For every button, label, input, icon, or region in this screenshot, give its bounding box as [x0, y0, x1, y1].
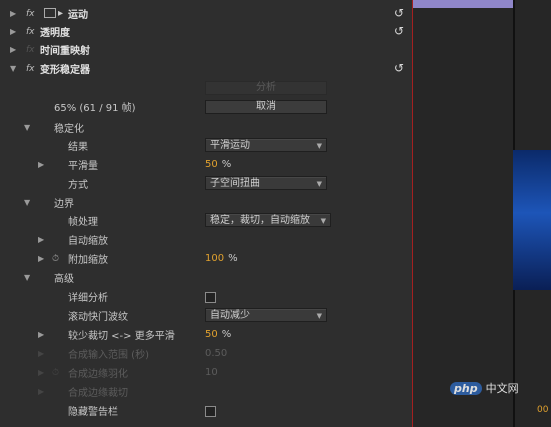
synth-input-value: 0.50: [205, 348, 228, 359]
rolling-shutter-dropdown-value: 自动减少: [210, 310, 250, 321]
analysis-status-text: 65% (61 / 91 帧): [54, 103, 136, 114]
prop-smoothness: ▶ 平滑量 50%: [0, 155, 412, 174]
group-advanced[interactable]: ▼ 高级: [0, 268, 412, 287]
prop-auto-scale[interactable]: ▶ 自动缩放: [0, 230, 412, 249]
result-dropdown[interactable]: 平滑运动 ▼: [205, 138, 327, 152]
detailed-analysis-checkbox[interactable]: [205, 292, 216, 303]
hide-warning-checkbox[interactable]: [205, 406, 216, 417]
fx-badge-icon[interactable]: fx: [26, 9, 35, 19]
expand-icon: ▶: [38, 368, 45, 377]
effect-row-motion[interactable]: ▶ fx ▸ 运动 ↺: [0, 4, 412, 23]
collapse-icon[interactable]: ▼: [24, 193, 30, 212]
fx-badge-icon[interactable]: fx: [26, 27, 35, 37]
effect-row-opacity[interactable]: ▶ fx 透明度 ↺: [0, 22, 412, 41]
prop-label-auto-scale: 自动缩放: [68, 236, 108, 247]
group-label-borders: 边界: [54, 199, 74, 210]
analyze-button[interactable]: 分析: [205, 81, 327, 95]
group-stabilization[interactable]: ▼ 稳定化: [0, 118, 412, 137]
chevron-down-icon: ▼: [320, 217, 326, 225]
collapse-icon[interactable]: ▼: [24, 118, 30, 137]
effect-label-warp-stabilizer: 变形稳定器: [40, 65, 90, 76]
effect-label-opacity: 透明度: [40, 28, 70, 39]
php-logo-icon: php: [450, 382, 482, 395]
reset-icon[interactable]: ↺: [392, 24, 406, 38]
prop-crop-less-smooth-more: ▶ 较少裁切 <-> 更多平滑 50%: [0, 325, 412, 344]
prop-label-synth-feather: 合成边缘羽化: [68, 369, 128, 380]
timeline-preview-pane: 00: [413, 0, 551, 427]
effect-row-time-remap[interactable]: ▶ fx 时间重映射: [0, 40, 412, 59]
prop-label-framing: 帧处理: [68, 217, 98, 228]
synth-feather-value: 10: [205, 367, 218, 378]
clip-transform-icon: ▸: [44, 8, 63, 19]
effect-controls-panel: ▶ fx ▸ 运动 ↺ ▶ fx 透明度 ↺ ▶ fx 时间重映射 ▼ fx 变…: [0, 0, 412, 427]
expand-icon: ▶: [38, 349, 45, 358]
prop-label-method: 方式: [68, 180, 88, 191]
smoothness-unit: %: [221, 159, 232, 170]
expand-icon[interactable]: ▶: [38, 155, 44, 174]
group-label-advanced: 高级: [54, 274, 74, 285]
stopwatch-icon: ⏱: [52, 367, 60, 378]
prop-label-rolling-shutter: 滚动快门波纹: [68, 312, 128, 323]
effect-label-motion: 运动: [68, 10, 88, 21]
smoothness-value[interactable]: 50%: [205, 159, 231, 170]
framing-dropdown[interactable]: 稳定，裁切，自动缩放 ▼: [205, 213, 331, 227]
method-dropdown[interactable]: 子空间扭曲 ▼: [205, 176, 327, 190]
prop-label-result: 结果: [68, 142, 88, 153]
cancel-button[interactable]: 取消: [205, 100, 327, 114]
expand-icon: ▶: [38, 387, 45, 396]
effect-label-time-remap: 时间重映射: [40, 46, 90, 57]
prop-label-detailed-analysis: 详细分析: [68, 293, 108, 304]
expand-icon[interactable]: ▶: [38, 325, 44, 344]
group-borders[interactable]: ▼ 边界: [0, 193, 412, 212]
method-dropdown-value: 子空间扭曲: [210, 178, 260, 189]
clip-bar[interactable]: [413, 0, 513, 8]
prop-synth-edge-feather: ▶ ⏱ 合成边缘羽化 10: [0, 363, 412, 382]
rolling-shutter-dropdown[interactable]: 自动减少 ▼: [205, 308, 327, 322]
watermark-text: 中文网: [485, 382, 519, 395]
crop-less-value[interactable]: 50%: [205, 329, 231, 340]
expand-icon[interactable]: ▶: [10, 22, 16, 41]
preview-thumbnail: [513, 150, 551, 290]
chevron-down-icon: ▼: [316, 180, 322, 188]
prop-label-synth-input: 合成输入范围 (秒): [68, 350, 149, 361]
group-label-stabilization: 稳定化: [54, 124, 84, 135]
collapse-icon[interactable]: ▼: [10, 59, 16, 78]
fx-badge-icon[interactable]: fx: [26, 64, 35, 74]
expand-icon[interactable]: ▶: [38, 249, 44, 268]
timecode-display: 00: [537, 405, 549, 415]
reset-icon[interactable]: ↺: [392, 6, 406, 20]
chevron-down-icon: ▼: [316, 142, 322, 150]
prop-label-smoothness: 平滑量: [68, 161, 98, 172]
stopwatch-icon[interactable]: ⏱: [52, 254, 59, 264]
prop-synth-edge-crop: ▶ 合成边缘裁切: [0, 382, 412, 401]
effect-row-warp-stabilizer[interactable]: ▼ fx 变形稳定器 ↺: [0, 59, 412, 78]
smoothness-number[interactable]: 50: [205, 159, 218, 170]
reset-icon[interactable]: ↺: [392, 61, 406, 75]
additional-scale-number[interactable]: 100: [205, 253, 224, 264]
prop-label-hide-warning: 隐藏警告栏: [68, 407, 118, 418]
prop-additional-scale: ▶ ⏱ 附加缩放 100%: [0, 249, 412, 268]
crop-less-number[interactable]: 50: [205, 329, 218, 340]
collapse-icon[interactable]: ▼: [24, 268, 30, 287]
crop-less-unit: %: [221, 329, 232, 340]
prop-label-synth-crop: 合成边缘裁切: [68, 388, 128, 399]
chevron-down-icon: ▼: [316, 312, 322, 320]
expand-icon[interactable]: ▶: [10, 40, 16, 59]
additional-scale-unit: %: [228, 253, 238, 264]
expand-icon[interactable]: ▶: [10, 4, 16, 23]
prop-label-crop-less: 较少裁切 <-> 更多平滑: [68, 331, 175, 342]
expand-icon[interactable]: ▶: [38, 230, 44, 249]
prop-label-additional-scale: 附加缩放: [68, 255, 108, 266]
watermark: php 中文网: [450, 380, 519, 396]
additional-scale-value[interactable]: 100%: [205, 253, 238, 264]
framing-dropdown-value: 稳定，裁切，自动缩放: [210, 215, 310, 226]
result-dropdown-value: 平滑运动: [210, 140, 250, 151]
prop-synth-input-range: ▶ 合成输入范围 (秒) 0.50: [0, 344, 412, 363]
fx-badge-icon: fx: [26, 44, 35, 55]
